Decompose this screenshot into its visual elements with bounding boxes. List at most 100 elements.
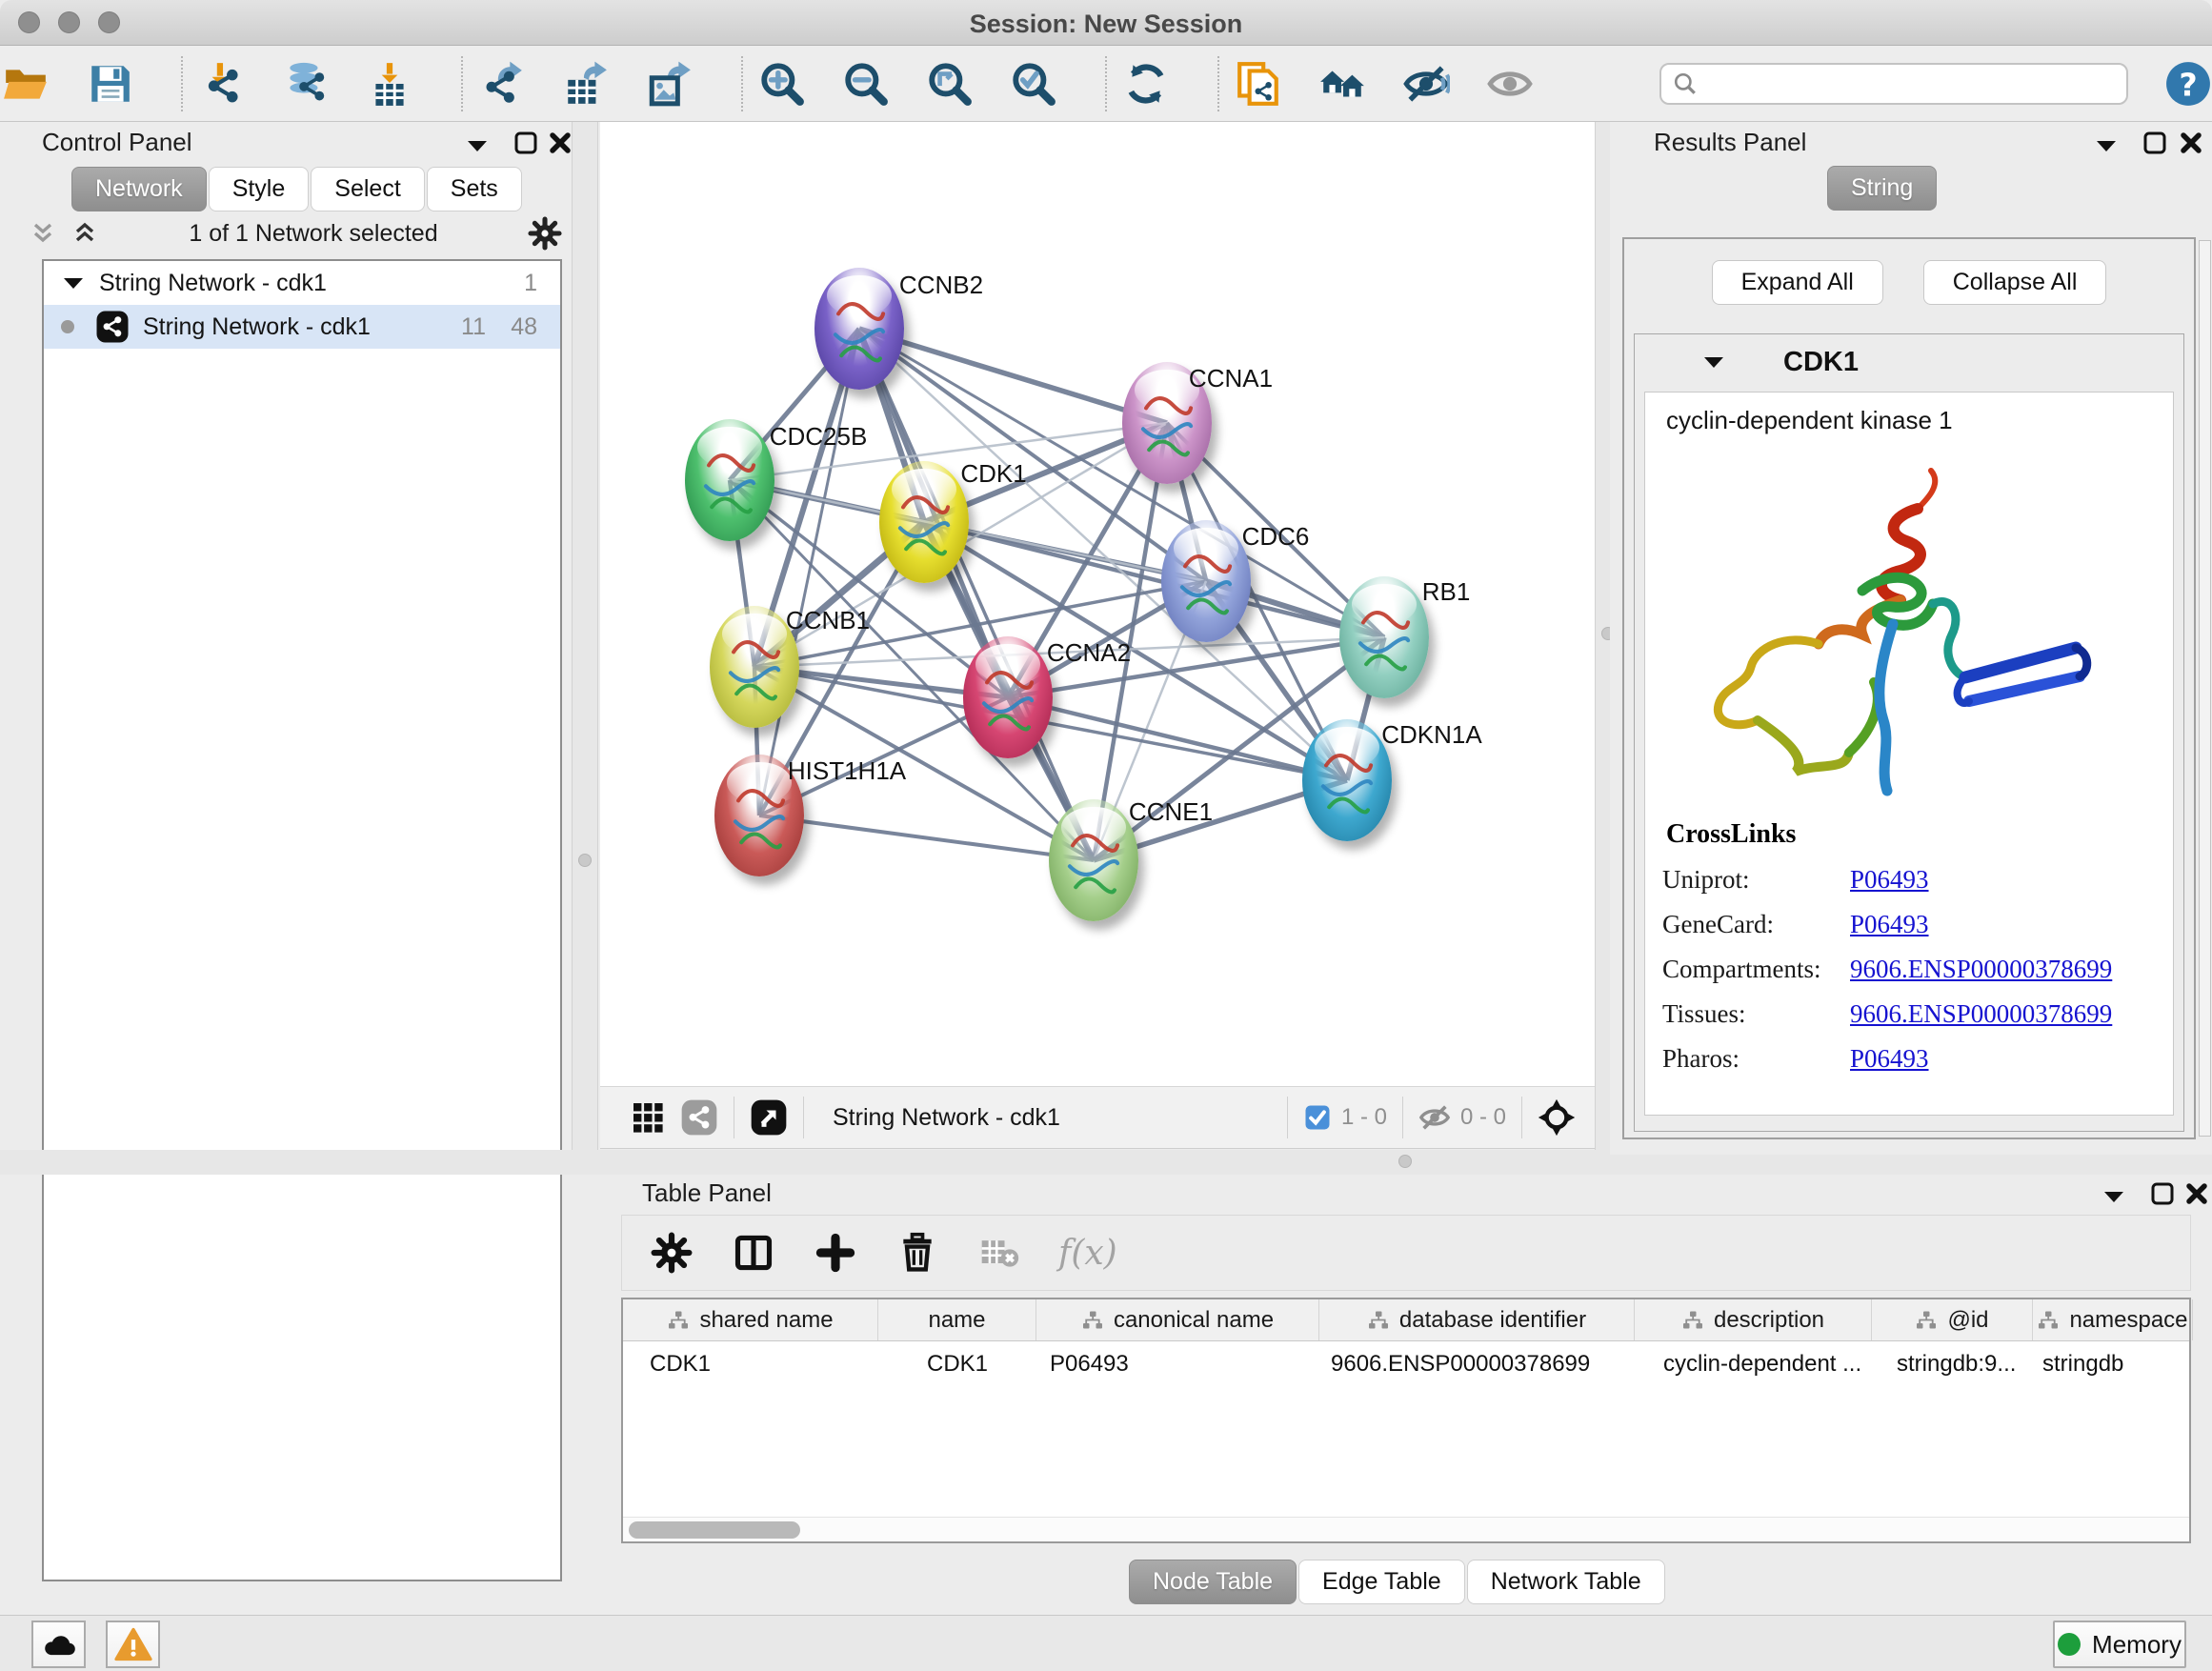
- tab-network[interactable]: Network: [71, 167, 207, 211]
- warnings-button[interactable]: [106, 1621, 160, 1668]
- export-image-icon[interactable]: [644, 58, 695, 110]
- table-cell[interactable]: 9606.ENSP00000378699: [1331, 1351, 1635, 1378]
- column-label: shared name: [699, 1307, 833, 1334]
- show-all-icon[interactable]: [1484, 58, 1536, 110]
- detach-view-icon[interactable]: [750, 1098, 788, 1137]
- collection-label: String Network - cdk1: [99, 270, 327, 297]
- zoom-selected-icon[interactable]: [1008, 58, 1059, 110]
- crosslink-link[interactable]: P06493: [1850, 865, 1929, 895]
- network-canvas[interactable]: CCNB2 CCNA1 CDC25B CDK1: [600, 122, 1595, 1086]
- network-edge-count: 48: [511, 313, 537, 341]
- table-cell[interactable]: CDK1: [650, 1351, 878, 1378]
- help-icon[interactable]: ?: [2164, 58, 2212, 110]
- network-collection-row[interactable]: String Network - cdk1 1: [44, 261, 560, 305]
- add-icon[interactable]: [813, 1230, 858, 1276]
- network-edge[interactable]: [759, 815, 1094, 860]
- node-label-hist1h1a: HIST1H1A: [742, 756, 952, 786]
- export-network-icon[interactable]: [476, 58, 528, 110]
- table-panel-float-icon[interactable]: [2149, 1180, 2176, 1207]
- tab-edge-table[interactable]: Edge Table: [1298, 1560, 1465, 1604]
- column-label: canonical name: [1114, 1307, 1274, 1334]
- search-input[interactable]: [1659, 63, 2128, 105]
- gear-icon[interactable]: [649, 1230, 694, 1276]
- collapse-all-chevrons-icon[interactable]: [70, 219, 99, 248]
- table-panel-menu-icon[interactable]: [2101, 1188, 2126, 1205]
- table-cell[interactable]: P06493: [1050, 1351, 1319, 1378]
- crosslink-label: Compartments:: [1645, 955, 1850, 984]
- cloud-button[interactable]: [31, 1621, 86, 1668]
- column-header-database-identifier[interactable]: database identifier: [1319, 1299, 1635, 1340]
- table-horizontal-scrollbar[interactable]: [623, 1517, 2189, 1541]
- columns-icon[interactable]: [731, 1230, 776, 1276]
- network-options-gear-icon[interactable]: [528, 216, 562, 251]
- left-splitter[interactable]: [572, 122, 598, 1155]
- tab-select[interactable]: Select: [311, 167, 424, 211]
- share-view-icon[interactable]: [680, 1098, 718, 1137]
- tab-string[interactable]: String: [1827, 166, 1937, 211]
- expand-all-chevrons-icon[interactable]: [29, 219, 57, 248]
- hidden-eye-icon[interactable]: [1418, 1101, 1451, 1134]
- crosslink-link[interactable]: P06493: [1850, 1044, 1929, 1074]
- column-header-description[interactable]: description: [1635, 1299, 1872, 1340]
- expand-all-button[interactable]: Expand All: [1712, 260, 1883, 305]
- crosslink-link[interactable]: P06493: [1850, 910, 1929, 939]
- node-details-expander-icon[interactable]: [1701, 353, 1726, 371]
- hide-selected-icon[interactable]: [1400, 58, 1452, 110]
- crosslinks-title: CrossLinks: [1645, 819, 2175, 850]
- first-neighbors-icon[interactable]: [1317, 58, 1368, 110]
- import-network-icon[interactable]: [196, 58, 248, 110]
- open-session-icon[interactable]: [0, 58, 51, 110]
- node-description: cyclin-dependent kinase 1: [1645, 393, 2173, 435]
- crosslink-link[interactable]: 9606.ENSP00000378699: [1850, 955, 2112, 984]
- table-panel-close-icon[interactable]: [2183, 1180, 2210, 1207]
- column-header-shared-name[interactable]: shared name: [623, 1299, 878, 1340]
- table-cell[interactable]: CDK1: [878, 1351, 1036, 1378]
- node-label-cdc6: CDC6: [1171, 522, 1380, 552]
- table-scrollbar-thumb[interactable]: [629, 1521, 800, 1539]
- results-scrollbar[interactable]: [2199, 240, 2211, 1137]
- duplicate-network-icon[interactable]: [1233, 58, 1284, 110]
- control-panel-float-icon[interactable]: [513, 130, 539, 156]
- zoom-in-icon[interactable]: [756, 58, 808, 110]
- node-details-header[interactable]: CDK1: [1635, 334, 2183, 390]
- import-database-icon[interactable]: [280, 58, 332, 110]
- column-header-canonical-name[interactable]: canonical name: [1036, 1299, 1319, 1340]
- tab-style[interactable]: Style: [209, 167, 310, 211]
- tab-sets[interactable]: Sets: [427, 167, 522, 211]
- horizontal-splitter-handle[interactable]: [1398, 1155, 1412, 1168]
- network-edge[interactable]: [859, 329, 1167, 423]
- results-panel-float-icon[interactable]: [2142, 130, 2168, 156]
- results-panel-close-icon[interactable]: [2178, 130, 2204, 156]
- memory-button[interactable]: Memory: [2053, 1621, 2186, 1668]
- results-panel-menu-icon[interactable]: [2094, 137, 2119, 154]
- network-status-dot: [61, 320, 74, 333]
- control-panel-close-icon[interactable]: [547, 130, 573, 156]
- zoom-fit-icon[interactable]: [924, 58, 975, 110]
- collection-expander-icon[interactable]: [61, 274, 86, 292]
- left-splitter-handle[interactable]: [578, 854, 592, 867]
- grid-view-icon[interactable]: [631, 1100, 665, 1135]
- table-cell[interactable]: stringdb: [2042, 1351, 2193, 1378]
- zoom-out-icon[interactable]: [840, 58, 892, 110]
- tab-node-table[interactable]: Node Table: [1129, 1560, 1297, 1604]
- network-selection-bar: 1 of 1 Network selected: [29, 211, 562, 255]
- table-cell[interactable]: stringdb:9...: [1897, 1351, 2033, 1378]
- network-edge[interactable]: [759, 329, 859, 815]
- refresh-icon[interactable]: [1120, 58, 1172, 110]
- column-header-name[interactable]: name: [878, 1299, 1036, 1340]
- trash-icon[interactable]: [895, 1230, 940, 1276]
- tab-network-table[interactable]: Network Table: [1467, 1560, 1665, 1604]
- fit-content-crosshair-icon[interactable]: [1538, 1098, 1576, 1137]
- network-row[interactable]: String Network - cdk1 11 48: [44, 305, 560, 349]
- crosslink-link[interactable]: 9606.ENSP00000378699: [1850, 999, 2112, 1029]
- export-table-icon[interactable]: [560, 58, 612, 110]
- column-header-namespace[interactable]: namespace: [2033, 1299, 2193, 1340]
- table-cell[interactable]: cyclin-dependent ...: [1663, 1351, 1872, 1378]
- window-title: Session: New Session: [0, 10, 2212, 39]
- collapse-all-button[interactable]: Collapse All: [1923, 260, 2107, 305]
- save-session-icon[interactable]: [84, 58, 135, 110]
- column-header-id[interactable]: @id: [1872, 1299, 2033, 1340]
- import-table-icon[interactable]: [364, 58, 415, 110]
- selected-checkbox-icon[interactable]: [1303, 1103, 1332, 1132]
- control-panel-menu-icon[interactable]: [465, 137, 490, 154]
